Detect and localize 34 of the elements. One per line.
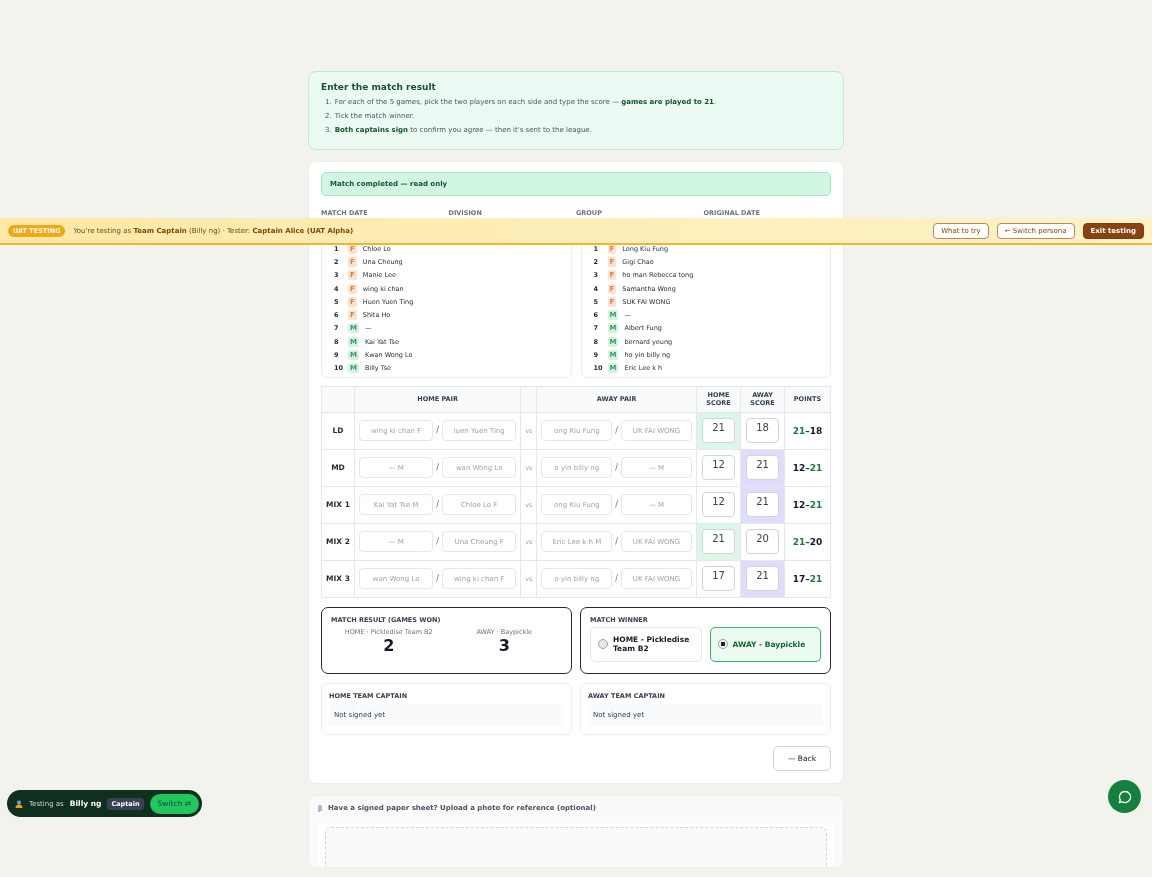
pair-separator: / — [436, 537, 440, 547]
instructions-title: Enter the match result — [321, 82, 437, 92]
radio-button[interactable] — [598, 639, 608, 650]
score-field[interactable]: 21 — [746, 566, 779, 592]
pair-separator: / — [615, 537, 619, 547]
paperclip-icon — [317, 803, 323, 813]
score-field[interactable]: 21 — [746, 455, 779, 481]
games-won: 2 — [383, 635, 395, 655]
chat-button[interactable] — [1108, 780, 1141, 813]
pair-separator: / — [436, 500, 440, 510]
score-field[interactable]: 12 — [702, 455, 735, 481]
pair-separator: / — [615, 426, 619, 436]
pair-separator: / — [615, 500, 619, 510]
score-field[interactable]: 17 — [702, 566, 735, 592]
radio-button[interactable] — [717, 639, 728, 650]
score-field[interactable]: 21 — [702, 529, 735, 555]
pair-separator: / — [436, 574, 440, 584]
score-field[interactable]: 21 — [746, 492, 779, 518]
points-value: 17–21 — [784, 560, 831, 598]
score-field[interactable]: 18 — [746, 418, 779, 444]
points-value: 21–20 — [784, 523, 831, 561]
points-value: 12–21 — [784, 449, 831, 487]
chat-icon — [1117, 789, 1132, 804]
pair-separator: / — [436, 426, 440, 436]
pair-separator: / — [615, 463, 619, 473]
pair-separator: / — [436, 463, 440, 473]
points-value: 21–18 — [784, 412, 831, 450]
pair-separator: / — [615, 574, 619, 584]
score-field[interactable]: 12 — [702, 492, 735, 518]
score-field[interactable]: 21 — [702, 418, 735, 444]
person-icon — [15, 799, 23, 808]
score-field[interactable]: 20 — [746, 529, 779, 555]
games-won: 3 — [498, 635, 510, 655]
points-value: 12–21 — [784, 486, 831, 524]
